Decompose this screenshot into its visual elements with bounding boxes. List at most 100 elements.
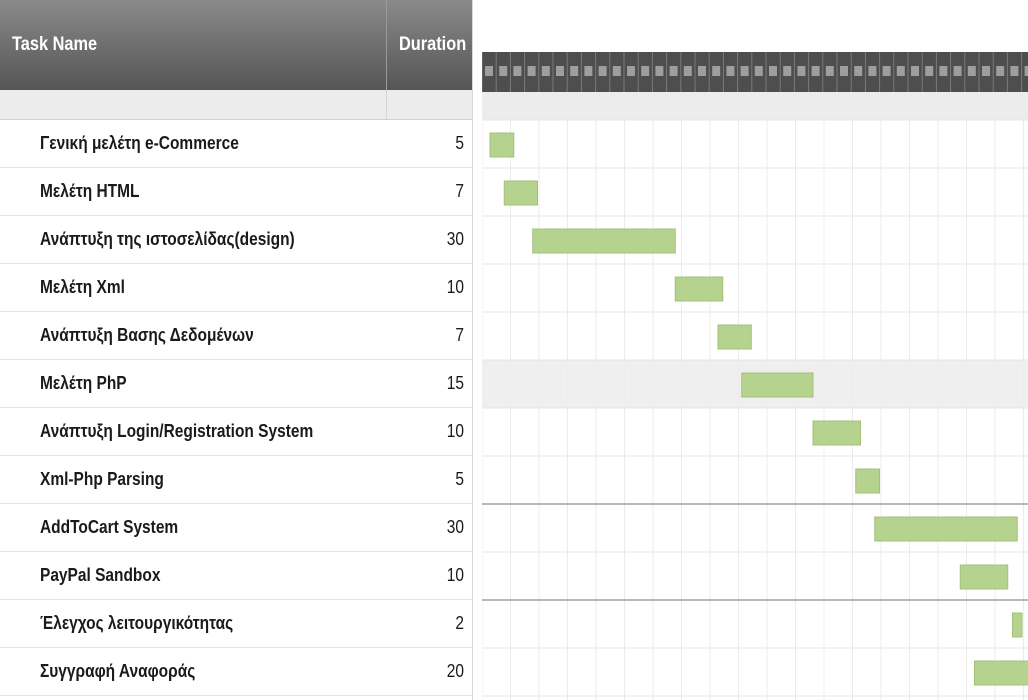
- task-name-cell: Μελέτη PhP: [40, 373, 127, 393]
- table-row[interactable]: Μελέτη Xml 10: [0, 264, 472, 312]
- table-row[interactable]: Xml-Php Parsing 5: [0, 456, 472, 504]
- gantt-row-bg: [482, 264, 1028, 312]
- table-row[interactable]: Ανάπτυξη Login/Registration System 10: [0, 408, 472, 456]
- task-name-cell: AddToCart System: [40, 517, 179, 537]
- gantt-bar[interactable]: [855, 468, 880, 494]
- timeline-tick-label: [598, 66, 607, 76]
- timeline-tick-label: [953, 66, 962, 76]
- timeline-tick-label: [740, 66, 749, 76]
- gantt-canvas: [482, 0, 1028, 700]
- task-name-cell: Xml-Php Parsing: [40, 469, 164, 489]
- timeline-tick-label: [1024, 66, 1028, 76]
- timeline-tick-label: [726, 66, 735, 76]
- timeline-tick-label: [584, 66, 593, 76]
- table-row[interactable]: Ανάπτυξη της ιστοσελίδας(design) 30: [0, 216, 472, 264]
- task-name-cell: Έλεγχος λειτουργικότητας: [40, 613, 234, 633]
- task-duration-cell: 5: [455, 469, 464, 489]
- task-name-cell: Ανάπτυξη Βασης Δεδομένων: [40, 325, 254, 345]
- timeline-tick-label: [627, 66, 635, 76]
- timeline-tick-label: [712, 66, 721, 76]
- timeline-tick-label: [570, 66, 579, 76]
- timeline-subheader: [482, 92, 1028, 120]
- task-name-cell: PayPal Sandbox: [40, 565, 161, 585]
- gantt-row-bg: [482, 456, 1028, 504]
- gantt-bar[interactable]: [489, 132, 515, 158]
- timeline-tick-label: [939, 66, 948, 76]
- task-name-cell: Συγγραφή Αναφοράς: [40, 661, 196, 681]
- task-duration-cell: 7: [455, 181, 464, 201]
- timeline-tick-label: [541, 66, 550, 76]
- task-duration-cell: 10: [446, 277, 464, 297]
- timeline-tick-label: [868, 66, 877, 76]
- table-row[interactable]: Μελέτη PhP 15: [0, 360, 472, 408]
- timeline-tick-label: [698, 66, 706, 76]
- task-duration-cell: 5: [455, 133, 464, 153]
- task-duration-cell: 20: [446, 661, 464, 681]
- timeline-tick-label: [641, 66, 650, 76]
- table-row[interactable]: Ανάπτυξη Βασης Δεδομένων 7: [0, 312, 472, 360]
- task-duration-cell: 15: [446, 373, 464, 393]
- timeline-tick-label: [854, 66, 863, 76]
- timeline-tick-label: [896, 66, 905, 76]
- timeline-tick-label: [556, 66, 564, 76]
- timeline-tick-label: [612, 66, 621, 76]
- task-name-cell: Ανάπτυξη της ιστοσελίδας(design): [40, 229, 295, 249]
- gantt-row-bg: [482, 312, 1028, 360]
- timeline-tick-label: [911, 66, 919, 76]
- timeline-tick-label: [669, 66, 678, 76]
- task-duration-cell: 30: [446, 229, 464, 249]
- task-duration-cell: 10: [446, 421, 464, 441]
- gantt-bar[interactable]: [874, 516, 1018, 542]
- gantt-bar[interactable]: [1012, 612, 1023, 638]
- timeline-tick-label: [754, 66, 763, 76]
- timeline-tick-label: [925, 66, 934, 76]
- timeline-tick-label: [499, 66, 508, 76]
- gantt-bar[interactable]: [812, 420, 861, 446]
- timeline-tick-label: [882, 66, 891, 76]
- column-header-duration[interactable]: Duration: [386, 0, 472, 90]
- timeline-tick-label: [769, 66, 777, 76]
- gantt-bar[interactable]: [741, 372, 814, 398]
- gantt-bar[interactable]: [532, 228, 676, 254]
- gantt-row-bg: [482, 600, 1028, 648]
- gantt-bar[interactable]: [674, 276, 724, 302]
- timeline-tick-label: [996, 66, 1005, 76]
- table-subheader: [0, 90, 472, 120]
- task-name-cell: Γενική μελέτη e-Commerce: [40, 133, 239, 153]
- task-table: Task Name Duration Γενική μελέτη e-Comme…: [0, 0, 472, 700]
- timeline-tick-label: [683, 66, 692, 76]
- table-row[interactable]: AddToCart System 30: [0, 504, 472, 552]
- gantt-bar[interactable]: [503, 180, 538, 206]
- timeline-tick-label: [513, 66, 522, 76]
- timeline-tick-label: [982, 66, 990, 76]
- gantt-row-bg: [482, 120, 1028, 168]
- timeline-tick-label: [1010, 66, 1019, 76]
- task-name-cell: Μελέτη HTML: [40, 181, 140, 201]
- timeline-tick-label: [840, 66, 848, 76]
- panel-splitter[interactable]: [472, 0, 482, 700]
- timeline-tick-label: [783, 66, 792, 76]
- table-row[interactable]: Συγγραφή Αναφοράς 20: [0, 648, 472, 696]
- gantt-bar[interactable]: [959, 564, 1009, 590]
- task-duration-cell: 10: [446, 565, 464, 585]
- gantt-bar[interactable]: [974, 660, 1028, 686]
- gantt-row-bg: [482, 408, 1028, 456]
- timeline-tick-label: [967, 66, 976, 76]
- table-row[interactable]: Έλεγχος λειτουργικότητας 2: [0, 600, 472, 648]
- table-row[interactable]: PayPal Sandbox 10: [0, 552, 472, 600]
- table-row[interactable]: Γενική μελέτη e-Commerce 5: [0, 120, 472, 168]
- gantt-bar[interactable]: [717, 324, 752, 350]
- timeline-tick-label: [797, 66, 806, 76]
- task-name-cell: Ανάπτυξη Login/Registration System: [40, 421, 314, 441]
- timeline-tick-label: [485, 66, 493, 76]
- timeline-tick-label: [527, 66, 536, 76]
- table-row[interactable]: Μελέτη HTML 7: [0, 168, 472, 216]
- task-duration-cell: 30: [446, 517, 464, 537]
- column-header-task-name[interactable]: Task Name: [0, 0, 386, 90]
- gantt-row-bg: [482, 168, 1028, 216]
- timeline-tick-label: [811, 66, 820, 76]
- task-duration-cell: 2: [455, 613, 464, 633]
- task-duration-cell: 7: [455, 325, 464, 345]
- gantt-chart: [482, 0, 1028, 700]
- task-name-cell: Μελέτη Xml: [40, 277, 125, 297]
